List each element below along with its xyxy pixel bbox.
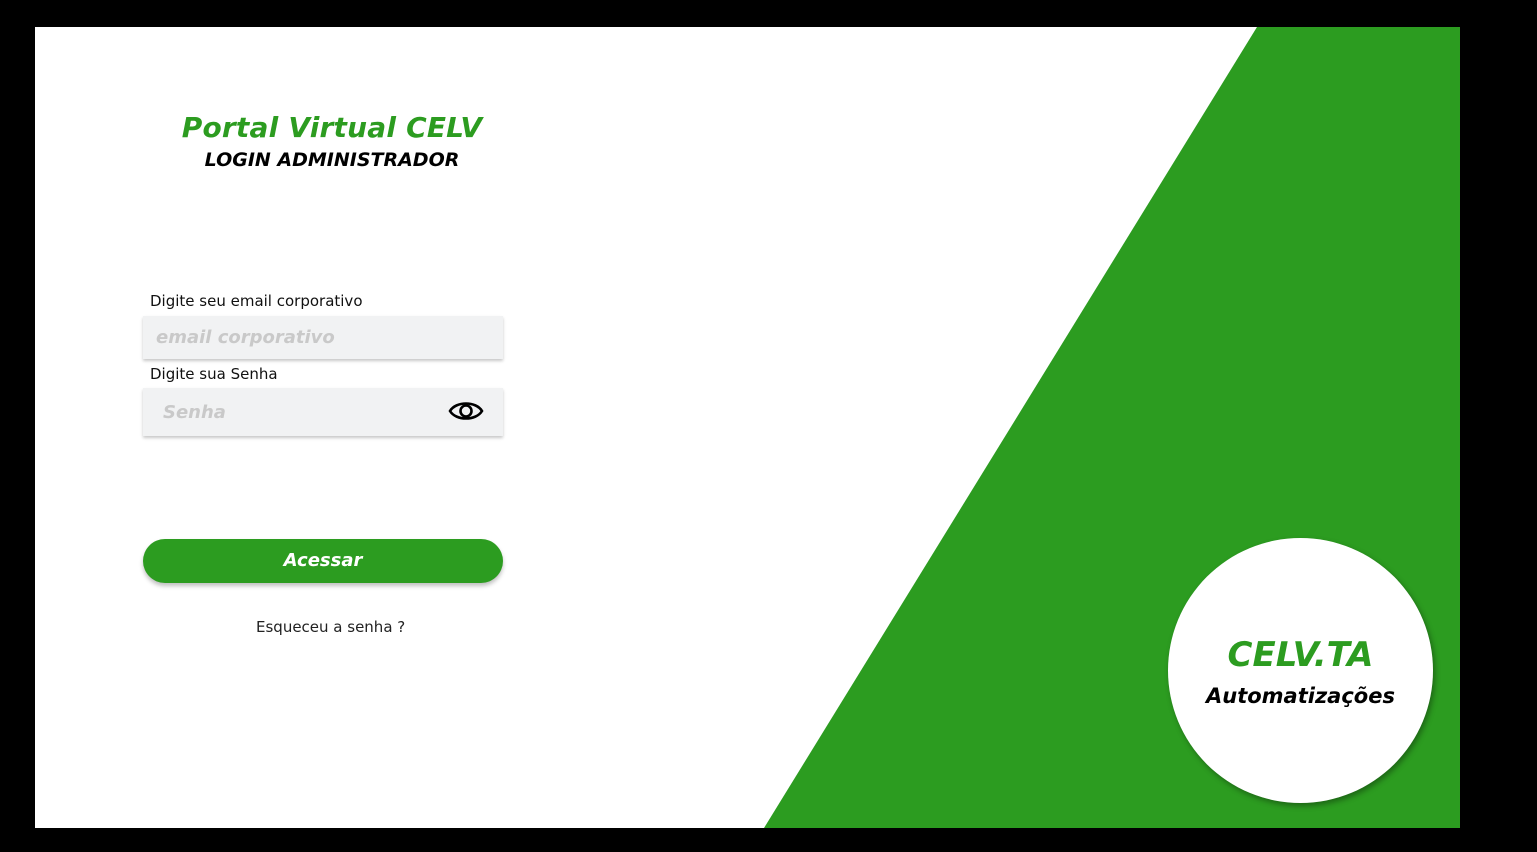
password-field-container	[143, 388, 503, 436]
login-page: Portal Virtual CELV LOGIN ADMINISTRADOR …	[35, 27, 1460, 828]
brand-name: CELV.TA	[1227, 635, 1374, 675]
brand-logo: CELV.TA Automatizações	[1168, 538, 1433, 803]
password-label: Digite sua Senha	[150, 365, 278, 383]
email-field-container	[143, 316, 503, 359]
eye-icon[interactable]	[448, 397, 484, 425]
password-field[interactable]	[163, 388, 443, 436]
forgot-password-link[interactable]: Esqueceu a senha ?	[256, 618, 405, 636]
email-label: Digite seu email corporativo	[150, 292, 363, 310]
page-subtitle: LOGIN ADMINISTRADOR	[204, 149, 460, 171]
email-field[interactable]	[156, 316, 436, 359]
acessar-button[interactable]: Acessar	[143, 539, 503, 583]
page-title: Portal Virtual CELV	[181, 111, 483, 144]
title-block: Portal Virtual CELV LOGIN ADMINISTRADOR	[175, 109, 489, 173]
brand-tagline: Automatizações	[1206, 684, 1395, 708]
